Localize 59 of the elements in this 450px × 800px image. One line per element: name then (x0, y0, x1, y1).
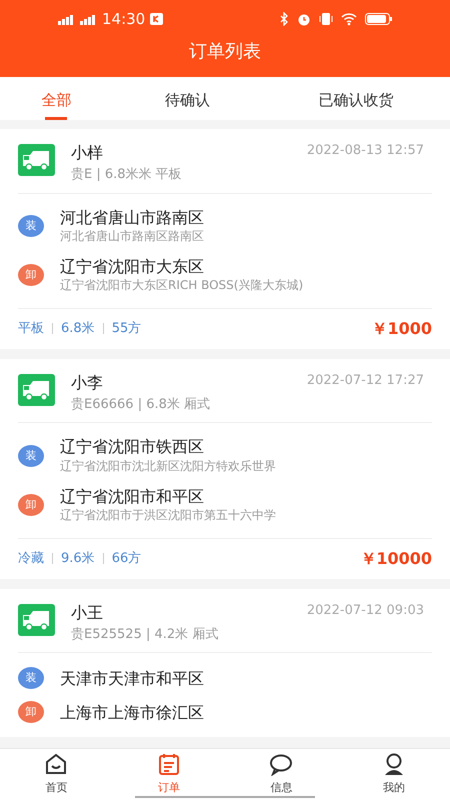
vehicle-info: 贵E | 6.8米米 平板 (71, 166, 182, 184)
stop-badge: 装 (18, 444, 44, 467)
address: 辽宁省沈阳市和平区 (60, 486, 205, 506)
cargo-tag: 9.6米 (61, 549, 95, 568)
cargo-tag: 6.8米 (61, 319, 95, 339)
tab[interactable]: 全部 (41, 82, 72, 120)
vehicle-info: 贵E66666 | 6.8米 厢式 (71, 396, 210, 414)
address-detail: 河北省唐山市路南区路南区 (60, 228, 204, 245)
chat-bubble-icon (269, 752, 294, 776)
address-detail: 辽宁省沈阳市于洪区沈阳市第五十六中学 (60, 506, 276, 524)
address: 上海市上海市徐汇区 (60, 702, 204, 722)
address-detail: 辽宁省沈阳市沈北新区沈阳方特欢乐世界 (60, 458, 276, 475)
vehicle-info: 贵E525525 | 4.2米 厢式 (71, 626, 218, 644)
nav-tab[interactable]: 首页 (26, 752, 86, 797)
driver-name: 小李 (71, 372, 104, 394)
app-icon (150, 13, 164, 25)
truck-icon (18, 374, 55, 406)
alarm-icon (297, 12, 311, 26)
cargo-tag: 平板 (18, 319, 44, 339)
price: ￥1000 (371, 318, 432, 340)
battery-icon (365, 13, 392, 25)
address: 河北省唐山市路南区 (60, 208, 204, 227)
address: 辽宁省沈阳市大东区 (60, 256, 205, 276)
home-icon (44, 752, 68, 776)
nav-tab[interactable]: 信息 (251, 752, 312, 797)
vibrate-icon (319, 12, 333, 26)
order-card[interactable]: 小样 贵E | 6.8米米 平板 2022-08-13 12:57 装 河北省唐山市路南区 河北省唐山市路南区路南区 卸 辽宁省沈阳市大东区 辽宁省沈阳市大东区RICH BOSS(兴隆大东城) 平板 6.8米 55方 ￥1000 (0, 129, 450, 349)
nav-tab[interactable]: 我的 (364, 752, 424, 797)
nav-tab[interactable]: 订单 (138, 752, 199, 797)
calendar-icon (156, 752, 181, 776)
page-title: 订单列表 (189, 40, 261, 64)
signal-icon (80, 13, 96, 25)
stop-badge: 卸 (18, 264, 44, 286)
address-detail: 辽宁省沈阳市大东区RICH BOSS(兴隆大东城) (60, 276, 304, 294)
stop-badge: 卸 (18, 701, 44, 724)
status-time: 14:30 (102, 8, 146, 30)
driver-name: 小王 (71, 602, 104, 624)
address: 天津市天津市和平区 (60, 668, 204, 688)
stop-badge: 装 (18, 215, 44, 238)
address: 辽宁省沈阳市铁西区 (60, 437, 205, 457)
truck-icon (18, 144, 55, 176)
wifi-icon (341, 12, 357, 26)
tab[interactable]: 已确认收货 (318, 82, 394, 120)
order-time: 2022-08-13 12:57 (306, 142, 424, 160)
cargo-tag: 55方 (112, 319, 142, 339)
order-time: 2022-07-12 09:03 (306, 602, 424, 620)
order-time: 2022-07-12 17:27 (306, 372, 424, 390)
price: ￥10000 (360, 548, 432, 570)
order-card[interactable]: 小王 贵E525525 | 4.2米 厢式 2022-07-12 09:03 装 天津市天津市和平区 卸 上海市上海市徐汇区 (0, 588, 450, 738)
bluetooth-icon (279, 12, 289, 26)
cargo-tag: 66方 (112, 549, 142, 568)
signal-icon (58, 13, 74, 25)
driver-name: 小样 (71, 142, 104, 164)
order-card[interactable]: 小李 贵E66666 | 6.8米 厢式 2022-07-12 17:27 装 辽宁省沈阳市铁西区 辽宁省沈阳市沈北新区沈阳方特欢乐世界 卸 辽宁省沈阳市和平区 辽宁省沈阳市于洪区沈阳市第五十六中学 冷藏 9.6米 66方 ￥10000 (0, 358, 450, 579)
stop-badge: 装 (18, 667, 44, 690)
truck-icon (18, 604, 55, 636)
cargo-tag: 冷藏 (18, 549, 44, 568)
tab[interactable]: 待确认 (164, 82, 210, 120)
stop-badge: 卸 (18, 494, 44, 516)
